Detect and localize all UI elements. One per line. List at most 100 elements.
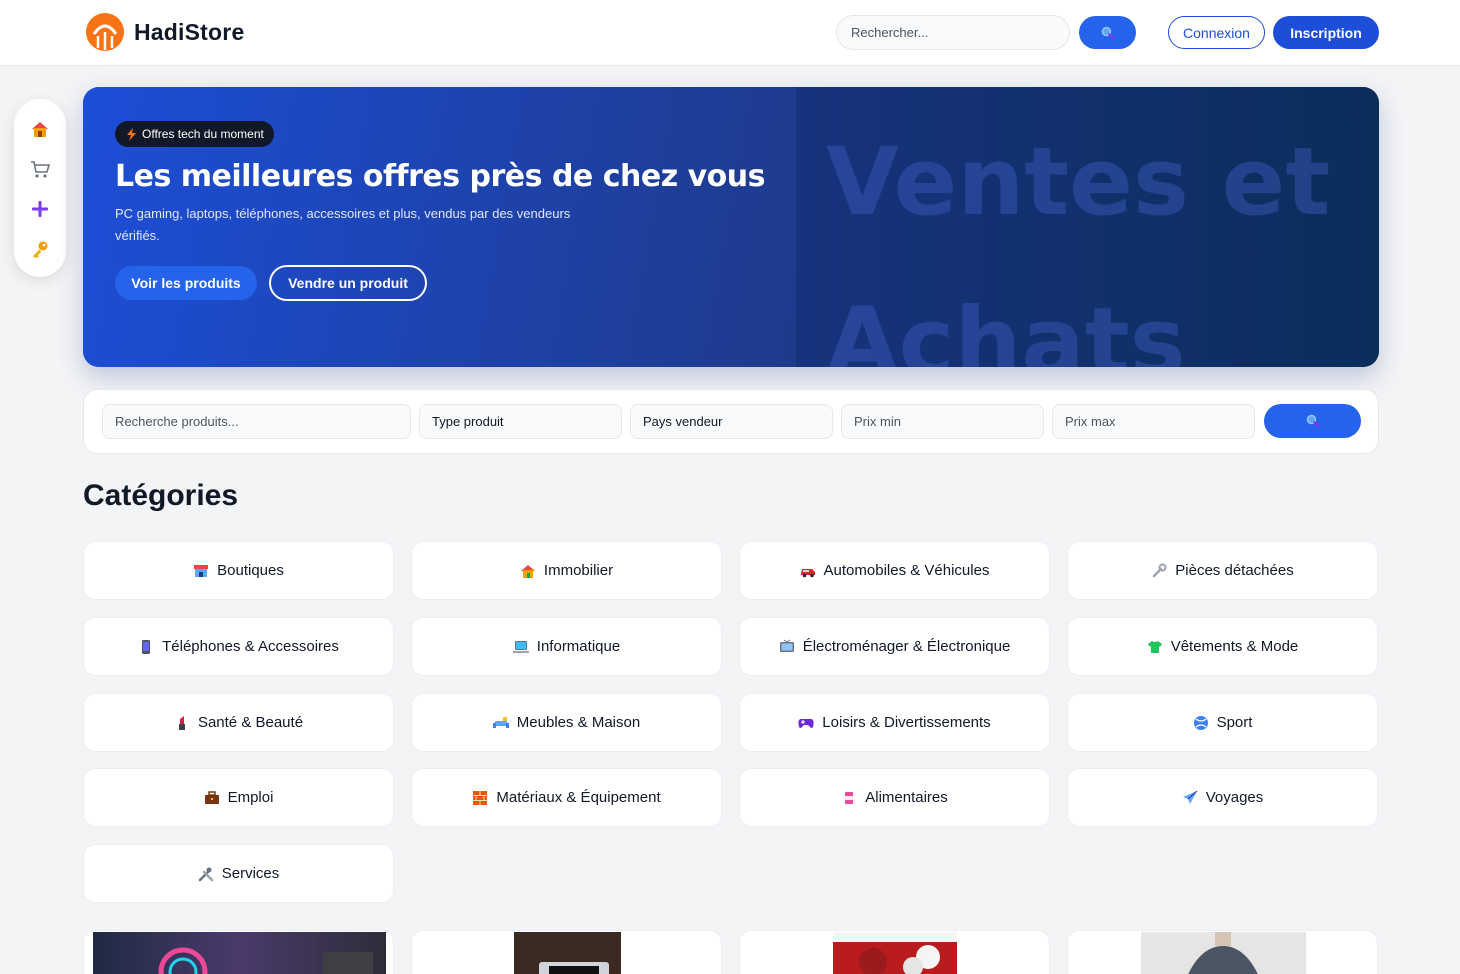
home-icon bbox=[32, 122, 48, 137]
tv-icon bbox=[779, 639, 795, 655]
category-card-2[interactable]: Automobiles & Véhicules bbox=[739, 541, 1050, 600]
product-image bbox=[514, 932, 621, 974]
category-label: Automobiles & Véhicules bbox=[823, 562, 990, 579]
category-label: Services bbox=[221, 865, 280, 882]
category-card-3[interactable]: Pièces détachées bbox=[1067, 541, 1378, 600]
cart-icon bbox=[31, 161, 50, 178]
side-navigation bbox=[14, 99, 66, 277]
seller-country-select[interactable]: Pays vendeur bbox=[630, 404, 833, 439]
category-label: Boutiques bbox=[217, 562, 284, 579]
lightning-icon bbox=[127, 127, 136, 141]
category-label: Immobilier bbox=[543, 562, 614, 579]
hero-badge: Offres tech du moment bbox=[115, 121, 274, 147]
category-label: Loisirs & Divertissements bbox=[822, 714, 991, 731]
category-card-11[interactable]: Sport bbox=[1067, 693, 1378, 752]
category-card-14[interactable]: Alimentaires bbox=[739, 768, 1050, 827]
category-label: Pièces détachées bbox=[1175, 562, 1294, 579]
category-label: Vêtements & Mode bbox=[1170, 638, 1299, 655]
product-type-label: Type produit bbox=[432, 414, 504, 429]
category-label: Matériaux & Équipement bbox=[496, 789, 661, 806]
hero-subtitle: PC gaming, laptops, téléphones, accessoi… bbox=[115, 206, 571, 243]
search-icon bbox=[1306, 414, 1320, 428]
sofa-icon bbox=[492, 715, 509, 731]
store-icon bbox=[193, 563, 209, 579]
signup-button[interactable]: Inscription bbox=[1273, 16, 1379, 49]
category-card-4[interactable]: Téléphones & Accessoires bbox=[83, 617, 394, 676]
category-label: Alimentaires bbox=[865, 789, 948, 806]
product-image bbox=[93, 932, 386, 974]
tools-icon bbox=[198, 866, 214, 882]
price-min-input[interactable] bbox=[841, 404, 1044, 439]
category-label: Téléphones & Accessoires bbox=[162, 638, 339, 655]
gamepad-icon bbox=[798, 715, 814, 731]
key-icon bbox=[33, 241, 48, 258]
shirt-icon bbox=[1147, 639, 1163, 655]
product-card[interactable] bbox=[739, 930, 1050, 974]
car-icon bbox=[800, 563, 816, 579]
ball-icon bbox=[1193, 715, 1209, 731]
category-card-0[interactable]: Boutiques bbox=[83, 541, 394, 600]
plane-icon bbox=[1182, 790, 1198, 806]
product-filter-bar: Type produit Pays vendeur bbox=[83, 389, 1379, 454]
filter-search-button[interactable] bbox=[1264, 404, 1361, 438]
category-card-8[interactable]: Santé & Beauté bbox=[83, 693, 394, 752]
product-card[interactable] bbox=[83, 930, 394, 974]
house-icon bbox=[520, 563, 536, 579]
price-max-input[interactable] bbox=[1052, 404, 1255, 439]
search-icon bbox=[1101, 26, 1115, 40]
hero-title: Les meilleures offres près de chez vous bbox=[115, 159, 765, 194]
product-image bbox=[1141, 932, 1306, 974]
laptop-icon bbox=[512, 639, 529, 655]
category-card-15[interactable]: Voyages bbox=[1067, 768, 1378, 827]
product-card[interactable] bbox=[411, 930, 722, 974]
hero-badge-label: Offres tech du moment bbox=[142, 127, 264, 141]
category-card-12[interactable]: Emploi bbox=[83, 768, 394, 827]
lipstick-icon bbox=[174, 715, 190, 731]
product-type-select[interactable]: Type produit bbox=[419, 404, 622, 439]
category-card-16[interactable]: Services bbox=[83, 844, 394, 903]
category-label: Emploi bbox=[227, 789, 274, 806]
top-header: HadiStore Connexion Inscription bbox=[0, 0, 1460, 66]
header-search-input[interactable] bbox=[836, 15, 1070, 50]
rail-add[interactable] bbox=[30, 199, 50, 219]
login-button[interactable]: Connexion bbox=[1168, 16, 1265, 49]
category-card-5[interactable]: Informatique bbox=[411, 617, 722, 676]
wrench-icon bbox=[1151, 563, 1167, 579]
category-label: Meubles & Maison bbox=[516, 714, 641, 731]
logo-icon bbox=[86, 13, 124, 51]
product-card[interactable] bbox=[1067, 930, 1378, 974]
hero-watermark-line1: Ventes et bbox=[826, 128, 1331, 237]
hero-watermark: Ventes et Achats bbox=[826, 103, 1379, 367]
hero-content: Offres tech du moment Les meilleures off… bbox=[83, 87, 796, 367]
rail-login[interactable] bbox=[30, 239, 50, 259]
hero-watermark-panel: Ventes et Achats bbox=[796, 87, 1379, 367]
rail-cart[interactable] bbox=[30, 159, 50, 179]
view-products-button[interactable]: Voir les produits bbox=[115, 266, 257, 300]
category-card-10[interactable]: Loisirs & Divertissements bbox=[739, 693, 1050, 752]
product-image bbox=[833, 932, 957, 974]
category-label: Voyages bbox=[1205, 789, 1264, 806]
can-icon bbox=[841, 790, 857, 806]
sell-product-button[interactable]: Vendre un produit bbox=[269, 265, 427, 301]
brand-logo[interactable]: HadiStore bbox=[84, 12, 244, 52]
category-label: Santé & Beauté bbox=[197, 714, 304, 731]
briefcase-icon bbox=[204, 790, 220, 806]
category-card-7[interactable]: Vêtements & Mode bbox=[1067, 617, 1378, 676]
categories-title: Catégories bbox=[83, 479, 239, 512]
header-search-button[interactable] bbox=[1079, 16, 1136, 49]
category-card-9[interactable]: Meubles & Maison bbox=[411, 693, 722, 752]
product-search-input[interactable] bbox=[102, 404, 411, 439]
plus-icon bbox=[32, 201, 48, 217]
category-card-6[interactable]: Électroménager & Électronique bbox=[739, 617, 1050, 676]
category-card-1[interactable]: Immobilier bbox=[411, 541, 722, 600]
category-label: Informatique bbox=[536, 638, 621, 655]
seller-country-label: Pays vendeur bbox=[643, 414, 723, 429]
hero-watermark-line2: Achats bbox=[826, 288, 1186, 367]
category-label: Électroménager & Électronique bbox=[802, 638, 1011, 655]
rail-home[interactable] bbox=[30, 119, 50, 139]
hero-banner: Offres tech du moment Les meilleures off… bbox=[83, 87, 1379, 367]
brand-name: HadiStore bbox=[134, 18, 245, 45]
category-card-13[interactable]: Matériaux & Équipement bbox=[411, 768, 722, 827]
bricks-icon bbox=[472, 790, 488, 806]
phone-icon bbox=[138, 639, 154, 655]
